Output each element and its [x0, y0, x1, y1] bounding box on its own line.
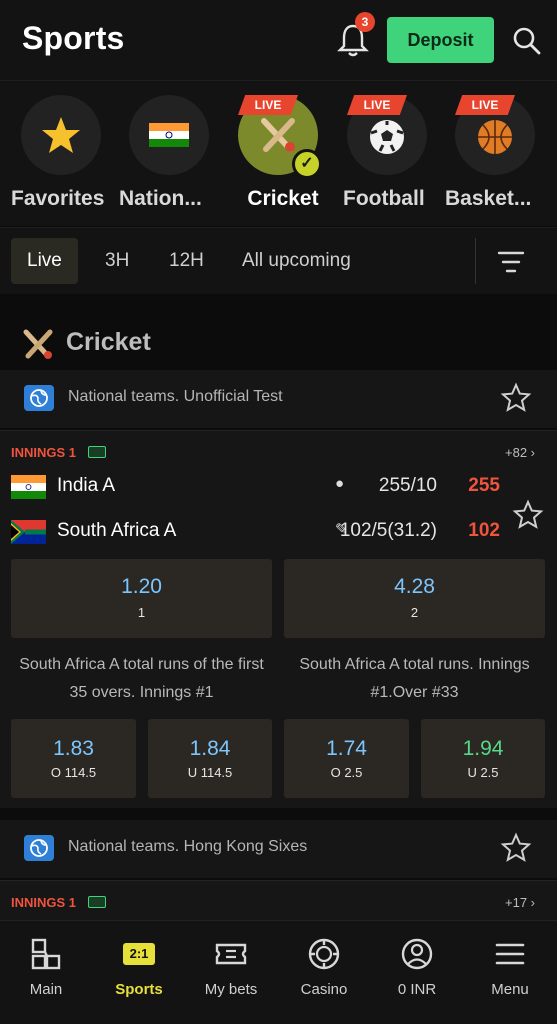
team-total: 102: [468, 520, 500, 541]
user-icon: [401, 938, 433, 970]
odds-button[interactable]: 1.74 O 2.5: [284, 719, 409, 798]
casino-chip-icon: [308, 938, 340, 970]
ticket-icon: [215, 943, 247, 965]
south-africa-flag-icon: [11, 520, 46, 544]
checkmark-icon: ✓: [292, 149, 322, 179]
odds-button[interactable]: 4.28 2: [284, 559, 545, 638]
market-title: South Africa A total runs of the first 3…: [19, 656, 264, 701]
team-row: South Africa A ✎ 102/5(31.2) 102: [11, 517, 546, 547]
sports-ratio-icon: 2:1: [93, 937, 185, 971]
live-badge: LIVE: [238, 95, 298, 115]
main-icon: [31, 938, 61, 970]
sport-label: Basket...: [445, 187, 532, 210]
deposit-button[interactable]: Deposit: [387, 17, 494, 63]
page-title: Sports: [22, 20, 125, 56]
sport-cricket[interactable]: LIVE ✓ Cricket: [228, 93, 338, 223]
star-icon: [42, 117, 80, 153]
odds-label: 2: [410, 605, 419, 620]
team-name: India A: [57, 475, 116, 496]
nav-account[interactable]: 0 INR: [371, 937, 463, 998]
team-row: India A ● 255/10 255: [11, 472, 546, 502]
nav-label: Menu: [491, 981, 529, 998]
menu-icon: [495, 943, 525, 965]
sport-label: Nation...: [119, 187, 202, 210]
globe-icon: [24, 385, 54, 411]
odds-label: U 114.5: [187, 765, 233, 780]
cricket-icon: [23, 329, 53, 359]
tab-all-upcoming[interactable]: All upcoming: [242, 238, 351, 284]
tab-live[interactable]: Live: [11, 238, 78, 284]
nav-label: Main: [29, 981, 63, 998]
bottom-navigation: Main 2:1 Sports My bets Casino 0 INR Men…: [0, 920, 557, 1024]
team-total: 255: [468, 475, 500, 496]
nav-sports[interactable]: 2:1 Sports: [93, 937, 185, 998]
team-name: South Africa A: [57, 520, 177, 541]
more-markets-link[interactable]: +82 ›: [505, 445, 535, 460]
league-header[interactable]: National teams. Unofficial Test: [0, 370, 557, 428]
scoreboard-icon: [88, 446, 106, 458]
nav-label: 0 INR: [397, 981, 437, 998]
india-flag-icon: [149, 123, 189, 147]
market-title: South Africa A total runs. Innings #1.Ov…: [299, 656, 530, 701]
odds-label: O 2.5: [330, 765, 363, 780]
match-card: INNINGS 1 +82 › India A ● 255/10 255 Sou…: [0, 430, 557, 808]
sport-national[interactable]: Nation...: [119, 93, 229, 223]
odds-button[interactable]: 1.84 U 114.5: [148, 719, 272, 798]
sport-label: Football: [343, 187, 425, 210]
live-badge: LIVE: [455, 95, 515, 115]
sport-label: Favorites: [11, 187, 105, 210]
india-flag-icon: [11, 475, 46, 499]
odds-button[interactable]: 1.94 U 2.5: [421, 719, 545, 798]
sport-football[interactable]: LIVE Football: [337, 93, 447, 223]
divider: [475, 238, 476, 284]
odds-label: 1: [137, 605, 146, 620]
innings-status: INNINGS 1: [11, 895, 77, 910]
sport-basketball[interactable]: LIVE Basket...: [445, 93, 555, 223]
favorite-star-icon[interactable]: [512, 499, 544, 531]
odds-button[interactable]: 1.83 O 114.5: [11, 719, 136, 798]
tab-12h[interactable]: 12H: [169, 238, 204, 284]
odds-value: 1.83: [53, 737, 94, 760]
odds-value: 1.20: [121, 575, 162, 598]
odds-value: 1.94: [462, 737, 504, 760]
match-card: INNINGS 1 +17 ›: [0, 880, 557, 920]
odds-button[interactable]: 1.20 1: [11, 559, 272, 638]
nav-label: Casino: [300, 981, 348, 998]
favorite-star-icon[interactable]: [500, 832, 532, 864]
nav-label: My bets: [204, 981, 258, 998]
odds-label: U 2.5: [467, 765, 499, 780]
odds-label: O 114.5: [50, 765, 97, 780]
innings-status: INNINGS 1: [11, 445, 77, 460]
top-header: Sports 3 Deposit: [0, 0, 557, 80]
sports-carousel: Favorites Nation... LIVE ✓ Cricket LIVE …: [0, 80, 557, 226]
nav-my-bets[interactable]: My bets: [185, 937, 277, 998]
tab-3h[interactable]: 3H: [105, 238, 129, 284]
league-name: National teams. Unofficial Test: [68, 388, 283, 405]
team-score: 102/5(31.2): [339, 520, 437, 541]
more-markets-link[interactable]: +17 ›: [505, 895, 535, 910]
league-name: National teams. Hong Kong Sixes: [68, 838, 308, 855]
batting-marker: ●: [335, 475, 345, 492]
sport-label: Cricket: [247, 187, 319, 210]
section-title: Cricket: [66, 328, 151, 356]
time-filter-bar: Live 3H 12H All upcoming: [0, 227, 557, 294]
globe-icon: [24, 835, 54, 861]
nav-main[interactable]: Main: [0, 937, 92, 998]
scoreboard-icon: [88, 896, 106, 908]
sport-favorites[interactable]: Favorites: [11, 93, 121, 223]
league-header[interactable]: National teams. Hong Kong Sixes: [0, 820, 557, 878]
notification-badge: 3: [355, 12, 375, 32]
odds-value: 1.84: [189, 737, 231, 760]
search-icon[interactable]: [512, 26, 542, 56]
nav-label: Sports: [115, 981, 163, 998]
ratio-badge: 2:1: [123, 943, 155, 965]
nav-menu[interactable]: Menu: [464, 937, 556, 998]
live-badge: LIVE: [347, 95, 407, 115]
team-score: 255/10: [378, 475, 437, 496]
nav-casino[interactable]: Casino: [278, 937, 370, 998]
odds-value: 1.74: [326, 737, 367, 760]
favorite-star-icon[interactable]: [500, 382, 532, 414]
odds-value: 4.28: [394, 575, 435, 598]
filter-icon[interactable]: [496, 248, 526, 276]
